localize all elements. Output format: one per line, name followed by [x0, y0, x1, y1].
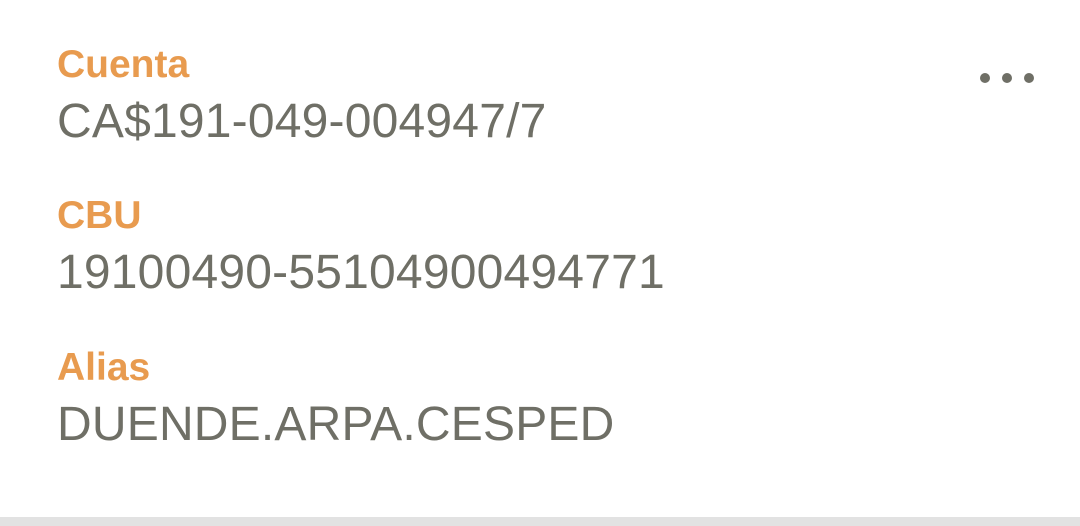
cbu-value: 19100490-55104900494771 — [57, 246, 665, 299]
cbu-field: CBU 19100490-55104900494771 — [57, 193, 665, 301]
alias-field: Alias DUENDE.ARPA.CESPED — [57, 345, 615, 453]
more-options-button[interactable] — [968, 56, 1046, 100]
cbu-label: CBU — [57, 194, 142, 237]
account-number-value: CA$191-049-004947/7 — [57, 95, 547, 148]
alias-value: DUENDE.ARPA.CESPED — [57, 398, 615, 451]
bottom-divider — [0, 517, 1080, 526]
account-field: Cuenta CA$191-049-004947/7 — [57, 42, 547, 150]
more-horizontal-icon — [980, 73, 1034, 83]
account-label: Cuenta — [57, 43, 190, 86]
alias-label: Alias — [57, 346, 151, 389]
account-details-card: Cuenta CA$191-049-004947/7 CBU 19100490-… — [0, 0, 1080, 517]
